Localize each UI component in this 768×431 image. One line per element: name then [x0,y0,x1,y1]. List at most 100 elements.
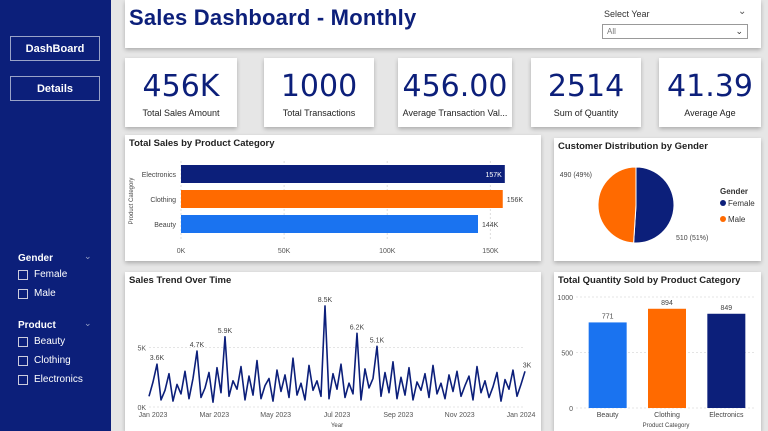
category-label: Electronics [142,172,177,179]
data-label: 5.9K [218,328,233,335]
dropdown-arrow-icon[interactable]: ⌄ [735,26,743,37]
sales-by-category-panel: Total Sales by Product Category 0K 50K 100… [125,135,541,261]
x-tick-label: 50K [278,248,291,255]
x-tick-label: 100K [379,248,396,255]
gender-option-male[interactable]: Male [18,288,56,299]
kpi-value: 456.00 [402,69,508,104]
product-slicer-title: Product [18,320,56,331]
x-tick-label: Jul 2023 [324,412,351,419]
bar [181,215,478,233]
legend-label: Female [728,199,755,208]
header: Sales Dashboard - Monthly Select Year ⌄ … [125,0,761,48]
checkbox-icon[interactable] [18,355,28,366]
option-label: Electronics [34,374,83,385]
legend-marker [720,200,726,206]
data-label: 5.1K [370,337,385,344]
kpi-card-average-age: 41.39 Average Age [659,58,761,127]
year-slicer-label: Select Year [604,9,650,19]
sales-trend-chart: 0K 5K 3.6K 4.7K 5.9K 8.5K 6.2K 5.1K 3K Jan 2023 Ma… [137,297,536,429]
x-tick-label: 0K [177,248,186,255]
quantity-by-category-chart: 0 500 1000 771 Beauty 894 Clothing 849 Electroni… [557,295,754,429]
category-label: Beauty [597,412,619,419]
checkbox-icon[interactable] [18,336,28,347]
y-tick-label: 0 [569,406,573,413]
data-label: 6.2K [350,324,365,331]
option-label: Female [34,269,68,280]
sidebar: DashBoard Details Gender ⌄ Female Male P… [0,0,111,431]
data-label: 490 (49%) [560,172,592,179]
x-tick-label: Mar 2023 [200,412,230,419]
series-line [148,305,526,403]
kpi-value: 2514 [547,69,625,104]
kpi-label: Average Age [684,108,736,118]
product-option-electronics[interactable]: Electronics [18,374,83,385]
checkbox-icon[interactable] [18,269,28,280]
pie-slice [597,166,637,244]
bar [181,165,505,183]
data-label: 894 [661,300,673,307]
kpi-label: Average Transaction Val... [402,108,508,118]
data-label: 771 [602,313,614,320]
data-label: 157K [485,172,502,179]
legend-marker [720,216,726,222]
pie-slice [633,166,675,244]
bar [648,308,686,408]
chevron-down-icon[interactable]: ⌄ [84,251,92,262]
category-label: Clothing [150,197,176,204]
year-select-value: All [607,27,616,36]
kpi-card-average-transaction: 456.00 Average Transaction Val... [398,58,512,127]
kpi-card-total-sales: 456K Total Sales Amount [125,58,237,127]
page-title: Sales Dashboard - Monthly [129,5,417,30]
category-label: Electronics [709,412,744,419]
y-tick-label: 5K [137,346,146,353]
data-label: 144K [482,222,499,229]
kpi-value: 1000 [280,69,358,104]
x-tick-label: 150K [482,248,499,255]
kpi-card-sum-quantity: 2514 Sum of Quantity [531,58,641,127]
year-select[interactable]: All ⌄ [602,24,748,39]
kpi-label: Total Transactions [282,108,356,118]
x-tick-label: Jan 2024 [507,412,536,419]
sales-by-category-chart: 0K 50K 100K 150K Product Category Electronics… [129,161,524,255]
chevron-down-icon[interactable]: ⌄ [738,6,746,17]
option-label: Male [34,288,56,299]
x-tick-label: Sep 2023 [383,412,413,419]
x-tick-label: May 2023 [260,412,291,419]
data-label: 156K [507,197,524,204]
data-label: 4.7K [190,342,205,349]
legend-title: Gender [720,187,748,196]
x-tick-label: Jan 2023 [139,412,168,419]
kpi-value: 41.39 [667,69,753,104]
kpi-label: Total Sales Amount [142,108,220,118]
bar [181,190,503,208]
data-label: 510 (51%) [676,235,708,242]
data-label: 849 [720,305,732,312]
sales-trend-panel: Sales Trend Over Time 0K 5K 3.6K 4.7K 5.9K 8.… [125,272,541,431]
x-axis-label: Product Category [643,423,690,429]
option-label: Beauty [34,336,66,347]
gender-slicer-title: Gender [18,253,54,264]
data-label: 3K [523,362,532,369]
details-nav-button[interactable]: Details [10,76,100,101]
checkbox-icon[interactable] [18,288,28,299]
category-label: Beauty [154,222,176,229]
product-option-clothing[interactable]: Clothing [18,355,71,366]
data-label: 3.6K [150,355,165,362]
y-tick-label: 1000 [557,295,573,302]
checkbox-icon[interactable] [18,374,28,385]
kpi-label: Sum of Quantity [553,108,619,118]
product-option-beauty[interactable]: Beauty [18,336,65,347]
dashboard-nav-button[interactable]: DashBoard [10,36,100,61]
y-tick-label: 0K [137,405,146,412]
category-label: Clothing [654,412,680,419]
data-label: 8.5K [318,297,333,304]
legend-label: Male [728,215,746,224]
gender-pie-chart: 510 (51%) 490 (49%) Gender Female Male [560,166,755,244]
quantity-by-category-panel: Total Quantity Sold by Product Category … [554,272,761,431]
option-label: Clothing [34,355,71,366]
y-axis-label: Product Category [129,178,135,225]
bar [588,322,627,408]
y-tick-label: 500 [561,351,573,358]
chevron-down-icon[interactable]: ⌄ [84,318,92,329]
gender-option-female[interactable]: Female [18,269,67,280]
